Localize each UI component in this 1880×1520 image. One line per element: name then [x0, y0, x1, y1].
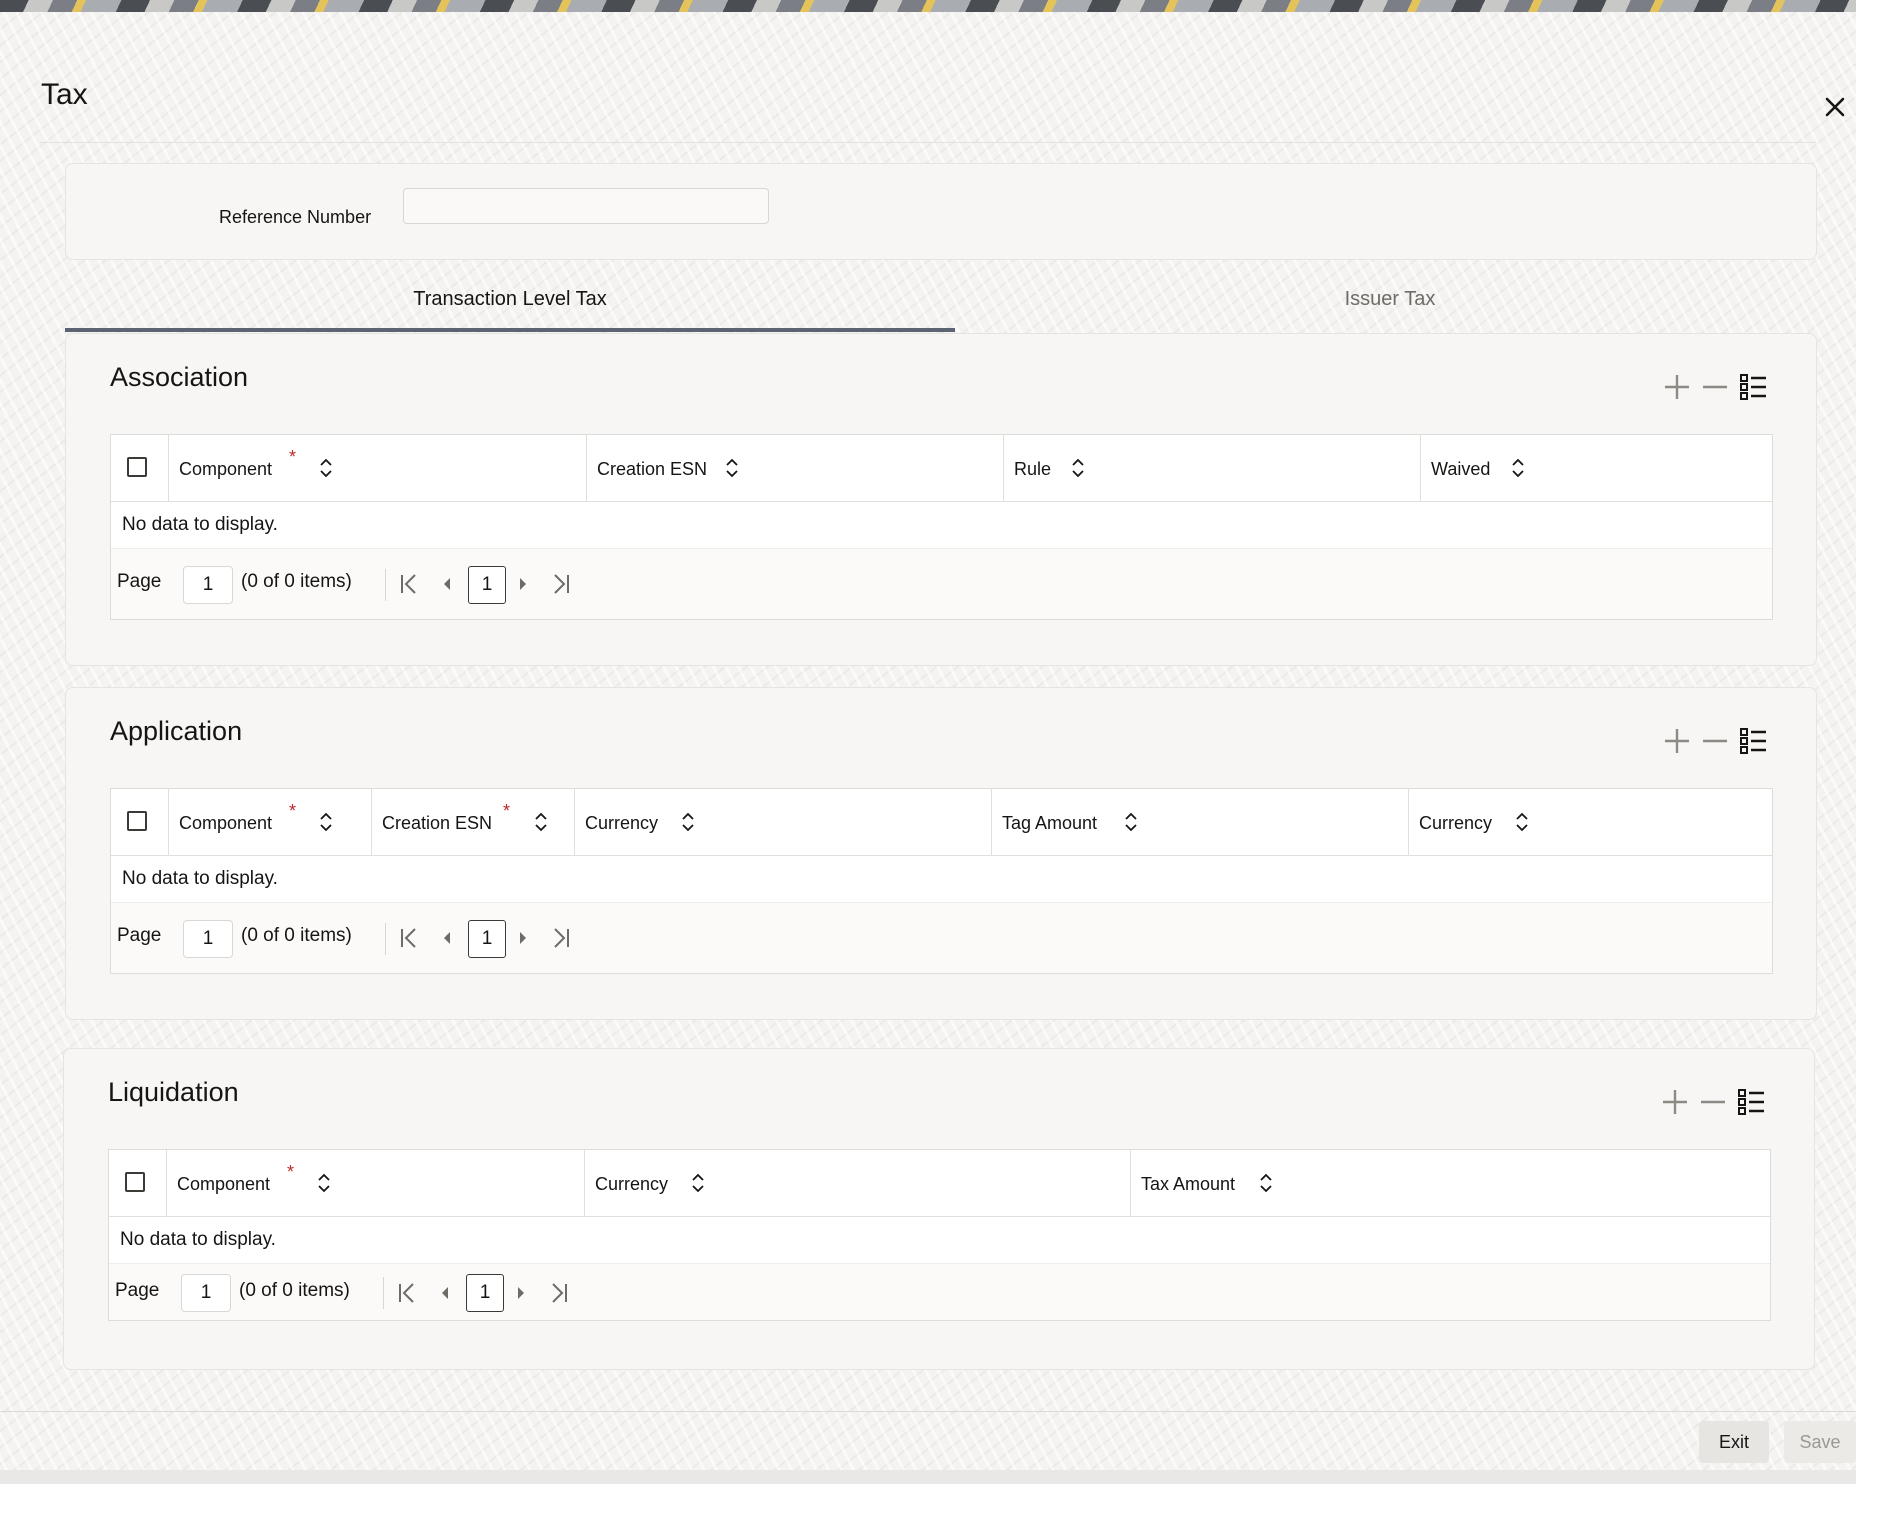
application-table: Component * Creation ESN * Currency Tag …: [110, 788, 1773, 974]
pager-divider: [385, 923, 386, 955]
reference-number-input[interactable]: [403, 188, 769, 224]
required-marker: *: [289, 447, 297, 467]
table-header: Component * Creation ESN * Currency Tag …: [111, 789, 1772, 856]
active-tab-indicator: [65, 328, 955, 332]
plus-icon[interactable]: [1662, 372, 1692, 402]
minus-icon[interactable]: [1700, 726, 1730, 756]
column-tax-amount[interactable]: Tax Amount: [1130, 1150, 1770, 1216]
required-marker: *: [289, 801, 297, 821]
column-rule[interactable]: Rule: [1003, 435, 1420, 501]
sort-icon[interactable]: [1124, 811, 1138, 833]
exit-button[interactable]: Exit: [1699, 1421, 1769, 1463]
list-icon[interactable]: [1738, 372, 1768, 402]
sort-icon[interactable]: [681, 811, 695, 833]
sort-icon[interactable]: [691, 1172, 705, 1194]
column-component[interactable]: Component *: [166, 1150, 584, 1216]
sort-icon[interactable]: [1511, 457, 1525, 479]
first-page-icon[interactable]: [395, 1280, 419, 1306]
first-page-icon[interactable]: [397, 925, 421, 951]
column-currency[interactable]: Currency: [574, 789, 991, 855]
title-divider: [40, 142, 1816, 143]
page-number-input[interactable]: 1: [183, 920, 233, 958]
sort-icon[interactable]: [1071, 457, 1085, 479]
last-page-icon[interactable]: [547, 1280, 571, 1306]
sort-icon[interactable]: [1259, 1172, 1273, 1194]
minus-icon[interactable]: [1698, 1087, 1728, 1117]
list-icon[interactable]: [1736, 1087, 1766, 1117]
current-page-button[interactable]: 1: [466, 1274, 504, 1312]
dialog-title: Tax: [41, 78, 88, 111]
sort-icon[interactable]: [725, 457, 739, 479]
column-creation-esn[interactable]: Creation ESN: [586, 435, 1003, 501]
column-tag-amount[interactable]: Tag Amount: [991, 789, 1408, 855]
required-marker: *: [287, 1162, 295, 1182]
last-page-icon[interactable]: [549, 571, 573, 597]
tab-issuer-tax[interactable]: Issuer Tax: [955, 288, 1825, 311]
select-all-column: [111, 789, 168, 855]
page-label: Page: [117, 925, 162, 946]
pagination: Page 1 (0 of 0 items) 1: [111, 903, 1772, 973]
save-button[interactable]: Save: [1784, 1421, 1856, 1463]
previous-page-icon[interactable]: [435, 571, 459, 597]
first-page-icon[interactable]: [397, 571, 421, 597]
previous-page-icon[interactable]: [433, 1280, 457, 1306]
pagination: Page 1 (0 of 0 items) 1: [111, 549, 1772, 619]
plus-icon[interactable]: [1660, 1087, 1690, 1117]
footer-divider: [0, 1411, 1856, 1412]
top-banner: [0, 0, 1856, 12]
page-label: Page: [117, 571, 162, 592]
sort-icon[interactable]: [534, 811, 548, 833]
item-count: (0 of 0 items): [239, 1280, 350, 1301]
footer-band: [0, 1470, 1856, 1484]
sort-icon[interactable]: [319, 457, 333, 479]
pager-divider: [383, 1277, 384, 1309]
column-currency[interactable]: Currency: [584, 1150, 1130, 1216]
column-currency[interactable]: Currency: [1408, 789, 1772, 855]
sort-icon[interactable]: [319, 811, 333, 833]
pager-divider: [385, 569, 386, 601]
column-component[interactable]: Component *: [168, 435, 586, 501]
item-count: (0 of 0 items): [241, 571, 352, 592]
plus-icon[interactable]: [1662, 726, 1692, 756]
item-count: (0 of 0 items): [241, 925, 352, 946]
association-table: Component * Creation ESN Rule Waived No …: [110, 434, 1773, 620]
sort-icon[interactable]: [317, 1172, 331, 1194]
pagination: Page 1 (0 of 0 items) 1: [109, 1264, 1770, 1320]
current-page-button[interactable]: 1: [468, 566, 506, 604]
table-header: Component * Currency Tax Amount: [109, 1150, 1770, 1217]
page-number-input[interactable]: 1: [183, 566, 233, 604]
required-marker: *: [503, 801, 511, 821]
list-icon[interactable]: [1738, 726, 1768, 756]
select-all-column: [109, 1150, 166, 1216]
association-title: Association: [110, 362, 249, 392]
page-label: Page: [115, 1280, 160, 1301]
empty-message: No data to display.: [111, 856, 1772, 903]
next-page-icon[interactable]: [511, 571, 535, 597]
minus-icon[interactable]: [1700, 372, 1730, 402]
select-all-checkbox[interactable]: [127, 457, 147, 477]
page-number-input[interactable]: 1: [181, 1274, 231, 1312]
empty-message: No data to display.: [111, 502, 1772, 549]
next-page-icon[interactable]: [511, 925, 535, 951]
column-component[interactable]: Component *: [168, 789, 371, 855]
empty-message: No data to display.: [109, 1217, 1770, 1264]
current-page-button[interactable]: 1: [468, 920, 506, 958]
application-title: Application: [110, 716, 243, 746]
select-all-column: [111, 435, 168, 501]
last-page-icon[interactable]: [549, 925, 573, 951]
sort-icon[interactable]: [1515, 811, 1529, 833]
select-all-checkbox[interactable]: [125, 1172, 145, 1192]
liquidation-title: Liquidation: [108, 1077, 239, 1107]
column-creation-esn[interactable]: Creation ESN *: [371, 789, 574, 855]
next-page-icon[interactable]: [509, 1280, 533, 1306]
tab-transaction-level-tax[interactable]: Transaction Level Tax: [65, 288, 955, 311]
reference-number-label: Reference Number: [219, 207, 372, 227]
select-all-checkbox[interactable]: [127, 811, 147, 831]
table-header: Component * Creation ESN Rule Waived: [111, 435, 1772, 502]
column-waived[interactable]: Waived: [1420, 435, 1772, 501]
close-icon[interactable]: [1818, 90, 1852, 124]
liquidation-table: Component * Currency Tax Amount No data …: [108, 1149, 1771, 1321]
previous-page-icon[interactable]: [435, 925, 459, 951]
